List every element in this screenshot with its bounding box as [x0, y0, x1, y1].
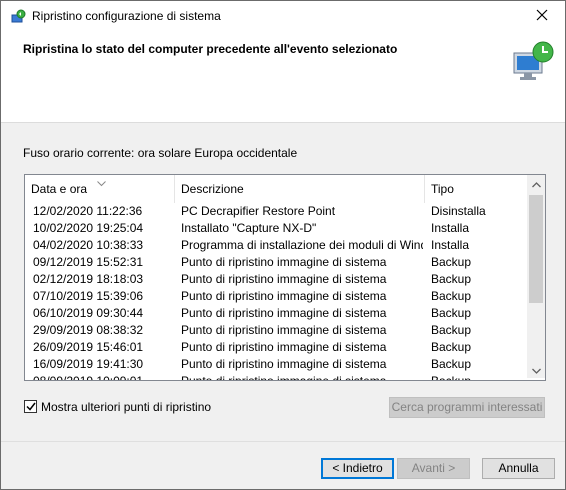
- title-bar: Ripristino configurazione di sistema: [1, 1, 565, 32]
- system-restore-icon: [10, 9, 26, 25]
- close-icon: [536, 9, 548, 24]
- cell-date: 16/09/2019 19:41:30: [33, 357, 144, 371]
- cell-type: Disinstalla: [431, 204, 486, 218]
- back-button[interactable]: < Indietro: [321, 458, 394, 479]
- cell-date: 10/02/2020 19:25:04: [33, 221, 144, 235]
- cell-type: Backup: [431, 374, 472, 381]
- page-title: Ripristina lo stato del computer precede…: [23, 42, 398, 56]
- cell-date: 12/02/2020 11:22:36: [33, 204, 143, 218]
- cell-description: Punto di ripristino immagine di sistema: [181, 340, 387, 354]
- cell-type: Backup: [431, 357, 472, 371]
- cell-description: Installato "Capture NX-D": [181, 221, 317, 235]
- cell-type: Backup: [431, 340, 472, 354]
- table-row[interactable]: 06/10/2019 09:30:44 Punto di ripristino i…: [25, 305, 525, 322]
- cell-description: Punto di ripristino immagine di sistema: [181, 306, 387, 320]
- cell-type: Backup: [431, 255, 472, 269]
- cell-type: Installa: [431, 221, 470, 235]
- cell-type: Installa: [431, 238, 470, 252]
- dialog-header: Ripristina lo stato del computer precede…: [1, 32, 565, 122]
- scroll-down-button[interactable]: [527, 361, 545, 378]
- sort-descending-icon: [97, 176, 106, 187]
- table-header: Data e ora Descrizione Tipo: [25, 175, 525, 203]
- footer-divider: [1, 441, 565, 442]
- table-row[interactable]: 16/09/2019 19:41:30 Punto di ripristino i…: [25, 356, 525, 373]
- cell-date: 02/12/2019 18:18:03: [33, 272, 144, 286]
- cell-description: PC Decrapifier Restore Point: [181, 204, 336, 218]
- close-button[interactable]: [519, 1, 565, 32]
- cell-date: 06/10/2019 09:30:44: [33, 306, 144, 320]
- cell-description: Punto di ripristino immagine di sistema: [181, 289, 387, 303]
- system-restore-dialog: Ripristino configurazione di sistema Rip…: [0, 0, 566, 490]
- table-row[interactable]: 02/12/2019 18:18:03 Punto di ripristino i…: [25, 271, 525, 288]
- scan-affected-programs-button[interactable]: Cerca programmi interessati: [389, 397, 545, 418]
- cell-description: Programma di installazione dei moduli di…: [181, 238, 423, 252]
- cell-date: 07/10/2019 15:39:06: [33, 289, 144, 303]
- vertical-scrollbar[interactable]: [527, 175, 545, 378]
- show-more-restore-points-checkbox[interactable]: [24, 400, 37, 413]
- checkmark-icon: [25, 400, 36, 414]
- chevron-down-icon: [531, 363, 541, 377]
- table-row[interactable]: 29/09/2019 08:38:32 Punto di ripristino i…: [25, 322, 525, 339]
- cell-description: Punto di ripristino immagine di sistema: [181, 357, 387, 371]
- chevron-up-icon: [531, 177, 541, 191]
- cell-type: Backup: [431, 272, 472, 286]
- table-row[interactable]: 08/09/2019 10:09:01 Punto di ripristino i…: [25, 373, 525, 381]
- table-row[interactable]: 10/02/2020 19:25:04 Installato "Capture N…: [25, 220, 525, 237]
- cell-date: 09/12/2019 15:52:31: [33, 255, 144, 269]
- window-title: Ripristino configurazione di sistema: [32, 9, 221, 23]
- cell-date: 04/02/2020 10:38:33: [33, 238, 144, 252]
- cell-date: 08/09/2019 10:09:01: [33, 374, 144, 381]
- column-header-description[interactable]: Descrizione: [175, 175, 425, 203]
- cell-type: Backup: [431, 289, 472, 303]
- cell-type: Backup: [431, 306, 472, 320]
- table-row[interactable]: 07/10/2019 15:39:06 Punto di ripristino i…: [25, 288, 525, 305]
- timezone-label: Fuso orario corrente: ora solare Europa …: [23, 146, 298, 160]
- cell-date: 29/09/2019 08:38:32: [33, 323, 144, 337]
- cell-description: Punto di ripristino immagine di sistema: [181, 323, 387, 337]
- next-button[interactable]: Avanti >: [397, 458, 470, 479]
- table-row[interactable]: 12/02/2020 11:22:36 PC Decrapifier Restor…: [25, 203, 525, 220]
- cell-description: Punto di ripristino immagine di sistema: [181, 272, 387, 286]
- cancel-button[interactable]: Annulla: [482, 458, 555, 479]
- cell-date: 26/09/2019 15:46:01: [33, 340, 144, 354]
- system-restore-graphic-icon: [510, 39, 556, 85]
- restore-points-table[interactable]: Data e ora Descrizione Tipo 12/02/2020 1…: [24, 174, 546, 381]
- cell-description: Punto di ripristino immagine di sistema: [181, 255, 387, 269]
- header-divider: [1, 122, 565, 123]
- scroll-up-button[interactable]: [527, 175, 545, 192]
- column-header-type[interactable]: Tipo: [425, 175, 525, 203]
- table-row[interactable]: 04/02/2020 10:38:33 Programma di installa…: [25, 237, 525, 254]
- cell-description: Punto di ripristino immagine di sistema: [181, 374, 387, 381]
- table-row[interactable]: 09/12/2019 15:52:31 Punto di ripristino i…: [25, 254, 525, 271]
- scrollbar-thumb[interactable]: [529, 195, 543, 303]
- table-body: 12/02/2020 11:22:36 PC Decrapifier Restor…: [25, 203, 525, 381]
- cell-type: Backup: [431, 323, 472, 337]
- table-row[interactable]: 26/09/2019 15:46:01 Punto di ripristino i…: [25, 339, 525, 356]
- show-more-restore-points-label[interactable]: Mostra ulteriori punti di ripristino: [41, 400, 211, 414]
